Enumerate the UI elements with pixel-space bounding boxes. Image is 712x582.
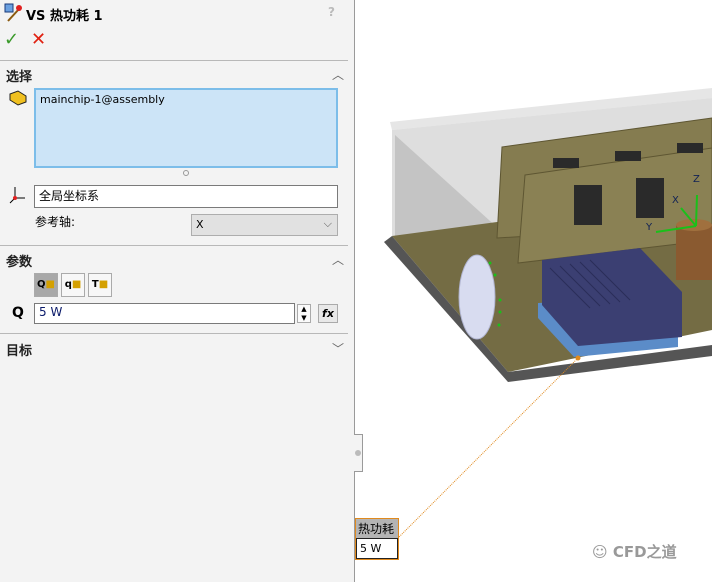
resize-handle[interactable] xyxy=(183,170,189,176)
callout-title: 热功耗 xyxy=(356,519,398,539)
heat-source-icon xyxy=(4,3,22,22)
ref-axis-value: X xyxy=(196,218,204,231)
chevron-up-icon[interactable]: ︿ xyxy=(332,251,344,268)
function-button[interactable]: fx xyxy=(318,304,338,323)
close-icon[interactable]: ✕ xyxy=(31,29,46,50)
section-goals-title[interactable]: 目标 xyxy=(6,340,32,359)
callout-value: 5 W xyxy=(356,539,398,559)
q-label: Q xyxy=(12,305,24,321)
chevron-down-icon[interactable]: ﹀ xyxy=(332,340,344,357)
chevron-up-icon[interactable]: ︿ xyxy=(332,66,344,83)
question-icon[interactable]: ? xyxy=(328,5,335,19)
selected-component[interactable]: mainchip-1@assembly xyxy=(40,93,165,106)
selection-list[interactable]: mainchip-1@assembly xyxy=(34,88,338,168)
axis-y: Y xyxy=(645,222,653,233)
q-spinner[interactable]: ▲ ▼ xyxy=(297,304,311,323)
callout-leader xyxy=(397,357,579,539)
coordinate-system-icon xyxy=(9,187,25,204)
component-icon xyxy=(9,90,27,106)
q-value-input[interactable]: 5 W xyxy=(34,303,295,324)
ref-axis-select[interactable]: X ⌵ xyxy=(191,214,338,236)
heat-flux-button[interactable]: q■ xyxy=(61,273,85,297)
heat-callout[interactable]: 热功耗 5 W xyxy=(355,518,399,560)
section-selection-title[interactable]: 选择 xyxy=(6,66,32,85)
watermark: ☺ CFD之道 xyxy=(592,543,677,561)
property-manager: VS 热功耗 1 ? ✓ ✕ 选择 ︿ mainchip-1@assembly … xyxy=(0,0,355,582)
3d-viewport[interactable]: Z Y X xyxy=(356,0,712,582)
total-heat-button[interactable]: Q■ xyxy=(34,273,58,297)
axis-x: X xyxy=(672,195,679,206)
fan-disc xyxy=(458,254,496,340)
coordinate-system-field[interactable]: 全局坐标系 xyxy=(34,185,338,208)
axis-z: Z xyxy=(693,174,700,185)
section-parameters-title[interactable]: 参数 xyxy=(6,251,32,270)
wechat-icon: ☺ xyxy=(592,543,613,561)
temperature-button[interactable]: T■ xyxy=(88,273,112,297)
chevron-down-icon: ⌵ xyxy=(323,217,332,230)
ref-axis-label: 参考轴: xyxy=(35,215,76,229)
callout-anchor xyxy=(575,355,581,361)
checkmark-icon[interactable]: ✓ xyxy=(4,29,19,50)
panel-title: VS 热功耗 1 xyxy=(26,9,103,24)
